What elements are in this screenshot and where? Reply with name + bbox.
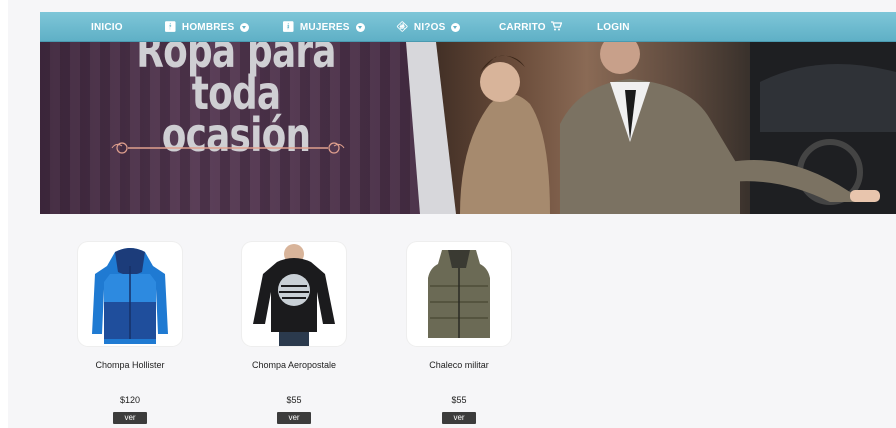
nav-label: HOMBRES: [181, 21, 235, 33]
view-product-button[interactable]: ver: [277, 412, 311, 424]
banner-photo-couple: [420, 42, 896, 214]
product-name: Chompa Aeropostale: [251, 360, 337, 370]
woman-icon: 🚺︎: [282, 21, 295, 33]
nav-label: MUJERES: [299, 21, 350, 33]
product-card: Chompa Aeropostale $55 ver: [242, 242, 346, 425]
nav-item-ninos[interactable]: 🚸︎ NI?OS: [396, 12, 461, 42]
hero-banner: Ropa para toda ocasión: [40, 42, 896, 214]
banner-headline: Ropa para toda ocasión: [127, 42, 345, 158]
product-price: $120: [119, 395, 141, 405]
nav-label: CARRITO: [499, 21, 546, 33]
nav-label: LOGIN: [597, 21, 630, 33]
cart-icon: [550, 20, 563, 34]
man-icon: 🚹︎: [164, 21, 177, 33]
blue-jacket-icon: [92, 248, 168, 344]
view-product-button[interactable]: ver: [442, 412, 476, 424]
black-hoodie-icon: [253, 244, 335, 346]
dropdown-arrow-icon: [355, 22, 365, 32]
product-image-jacket[interactable]: [78, 242, 182, 346]
product-image-vest[interactable]: [407, 242, 511, 346]
product-image-hoodie[interactable]: [242, 242, 346, 346]
military-vest-icon: [428, 250, 490, 338]
nav-item-inicio[interactable]: INICIO: [91, 12, 123, 42]
nav-label: NI?OS: [413, 21, 446, 33]
dropdown-arrow-icon: [451, 22, 461, 32]
product-card: Chaleco militar $55 ver: [407, 242, 511, 425]
product-price: $55: [286, 395, 302, 405]
dropdown-arrow-icon: [240, 22, 250, 32]
nav-label: INICIO: [91, 21, 123, 33]
ornament-divider-icon: [111, 142, 345, 154]
banner-diagonal-divider: [406, 42, 456, 214]
view-product-button[interactable]: ver: [113, 412, 147, 424]
child-icon: 🚸︎: [396, 21, 409, 33]
nav-item-carrito[interactable]: CARRITO: [499, 12, 563, 42]
product-price: $55: [451, 395, 467, 405]
main-nav: INICIO 🚹︎ HOMBRES 🚺︎ MUJERES 🚸︎ NI?OS CA…: [40, 12, 896, 42]
product-card: Chompa Hollister $120 ver: [78, 242, 182, 425]
product-name: Chaleco militar: [429, 360, 489, 370]
nav-item-login[interactable]: LOGIN: [597, 12, 630, 42]
nav-item-hombres[interactable]: 🚹︎ HOMBRES: [164, 12, 250, 42]
product-name: Chompa Hollister: [95, 360, 165, 370]
nav-item-mujeres[interactable]: 🚺︎ MUJERES: [282, 12, 365, 42]
